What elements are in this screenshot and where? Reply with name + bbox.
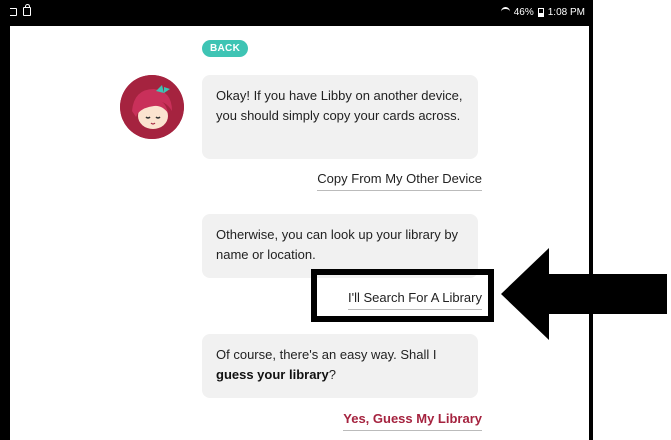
back-button[interactable]: BACK [202,40,249,57]
copy-from-other-device-option[interactable]: Copy From My Other Device [317,171,482,191]
battery-percent: 46% [513,7,534,18]
shopping-bag-notification-icon [23,4,31,16]
chat-message-text-prefix: Of course, there's an easy way. Shall I [216,347,437,362]
chat-message-text: Okay! If you have Libby on another devic… [216,88,463,123]
chat-message-text-suffix: ? [328,367,336,382]
status-right-icons: 46% 1:08 PM [500,7,585,18]
chat-message-emphasis: guess your library [216,367,329,382]
status-bar: 46% 1:08 PM [0,0,593,26]
device-bezel-left [0,0,10,440]
libby-avatar [120,75,184,139]
chat-message: Of course, there's an easy way. Shall I … [202,334,478,398]
libby-mascot-icon [120,75,184,139]
chat-message-text: Otherwise, you can look up your library … [216,227,459,262]
device-bezel-right [589,0,593,440]
wifi-icon [500,7,510,18]
chat-message: Okay! If you have Libby on another devic… [202,75,478,159]
annotation-highlight-box [311,269,494,322]
battery-icon [537,8,544,17]
libby-chat-screen: BACK Okay! If you have Libby on another … [10,26,589,440]
guess-my-library-option[interactable]: Yes, Guess My Library [343,411,482,431]
annotation-arrow-icon [501,248,667,340]
status-left-icons [8,4,31,16]
tablet-frame: 46% 1:08 PM BACK Okay! If you have Libby… [0,0,671,440]
clock: 1:08 PM [547,7,585,18]
